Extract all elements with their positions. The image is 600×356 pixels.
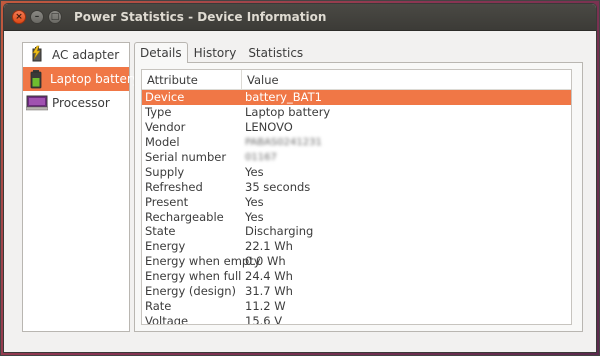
device-item-laptop-battery[interactable]: Laptop battery (23, 67, 139, 91)
table-row[interactable]: Present Yes (142, 194, 571, 209)
attribute-cell: Model (145, 135, 180, 150)
value-cell: 24.4 Wh (245, 269, 293, 284)
table-row[interactable]: Energy when empty 0.0 Wh (142, 254, 571, 269)
attribute-cell: Energy (design) (145, 284, 237, 299)
table-row[interactable]: Rate 11.2 W (142, 298, 571, 313)
attribute-cell: Rechargeable (145, 209, 224, 224)
device-label: Processor (52, 96, 110, 110)
value-cell: 15.6 V (245, 313, 283, 325)
value-cell: LENOVO (245, 120, 293, 135)
table-row[interactable]: Refreshed 35 seconds (142, 179, 571, 194)
window-titlebar[interactable]: × – □ Power Statistics - Device Informat… (4, 4, 596, 31)
table-row[interactable]: Voltage 15.6 V (142, 313, 571, 325)
table-row[interactable]: Device battery_BAT1 (142, 90, 571, 105)
attribute-cell: Refreshed (145, 179, 203, 194)
attribute-cell: Device (145, 90, 185, 105)
attribute-cell: Vendor (145, 120, 186, 135)
value-cell: 31.7 Wh (245, 284, 293, 299)
details-panel: Attribute Value Device battery_BAT1 Type La… (134, 62, 583, 332)
value-cell: Discharging (245, 224, 314, 239)
close-window-button[interactable]: × (12, 10, 26, 24)
value-cell: 35 seconds (245, 179, 311, 194)
table-row[interactable]: Energy when full 24.4 Wh (142, 269, 571, 284)
column-header-value[interactable]: Value (242, 70, 571, 89)
device-item-ac-adapter[interactable]: AC adapter (23, 43, 129, 67)
table-body: Device battery_BAT1 Type Laptop battery Vend… (142, 90, 571, 325)
value-cell: 01167 (245, 151, 277, 163)
attribute-cell: Supply (145, 164, 185, 179)
table-row[interactable]: Supply Yes (142, 164, 571, 179)
value-cell: 11.2 W (245, 298, 286, 313)
attribute-cell: Rate (145, 298, 172, 313)
value-cell: Yes (245, 194, 264, 209)
attribute-cell: Serial number (145, 150, 227, 164)
attribute-cell: Energy when empty (145, 254, 261, 269)
details-table: Attribute Value Device battery_BAT1 Type La… (141, 69, 572, 325)
tab-details[interactable]: Details (134, 42, 188, 63)
table-row[interactable]: Rechargeable Yes (142, 209, 571, 224)
value-cell: PABAS0241231 (245, 136, 322, 148)
processor-icon (26, 93, 48, 113)
table-row[interactable]: Type Laptop battery (142, 105, 571, 120)
power-statistics-window: × – □ Power Statistics - Device Informat… (3, 3, 597, 353)
table-row[interactable]: Serial number 01167 (142, 150, 571, 165)
table-row[interactable]: Energy (design) 31.7 Wh (142, 284, 571, 299)
attribute-cell: Energy when full (145, 269, 242, 284)
minimize-window-button[interactable]: – (30, 10, 44, 24)
table-row[interactable]: Energy 22.1 Wh (142, 239, 571, 254)
tabs-area: Details History Statistics Attribute Val… (134, 42, 583, 332)
value-cell: battery_BAT1 (245, 90, 322, 105)
maximize-window-button[interactable]: □ (48, 10, 62, 24)
attribute-cell: Present (145, 194, 189, 209)
value-cell: Laptop battery (245, 105, 331, 120)
table-row[interactable]: Model PABAS0241231 (142, 135, 571, 150)
device-item-processor[interactable]: Processor (23, 91, 129, 115)
device-label: Laptop battery (50, 72, 139, 86)
attribute-cell: Type (145, 105, 172, 120)
battery-icon (26, 69, 46, 89)
table-row[interactable]: Vendor LENOVO (142, 120, 571, 135)
tab-statistics[interactable]: Statistics (242, 42, 309, 62)
tab-bar: Details History Statistics (134, 42, 583, 63)
value-cell: Yes (245, 209, 264, 224)
attribute-cell: Energy (145, 239, 186, 254)
device-list: AC adapter Laptop battery Processor (22, 42, 139, 332)
value-cell: Yes (245, 164, 264, 179)
table-row[interactable]: State Discharging (142, 224, 571, 239)
column-header-attribute[interactable]: Attribute (142, 70, 242, 89)
ac-adapter-icon (26, 45, 48, 65)
device-label: AC adapter (52, 48, 120, 62)
window-body: AC adapter Laptop battery Processor Deta… (4, 32, 596, 352)
attribute-cell: Voltage (145, 313, 189, 325)
table-header: Attribute Value (142, 70, 571, 90)
window-title: Power Statistics - Device Information (74, 10, 327, 24)
value-cell: 0.0 Wh (245, 254, 286, 269)
value-cell: 22.1 Wh (245, 239, 293, 254)
attribute-cell: State (145, 224, 176, 239)
tab-history[interactable]: History (188, 42, 243, 62)
